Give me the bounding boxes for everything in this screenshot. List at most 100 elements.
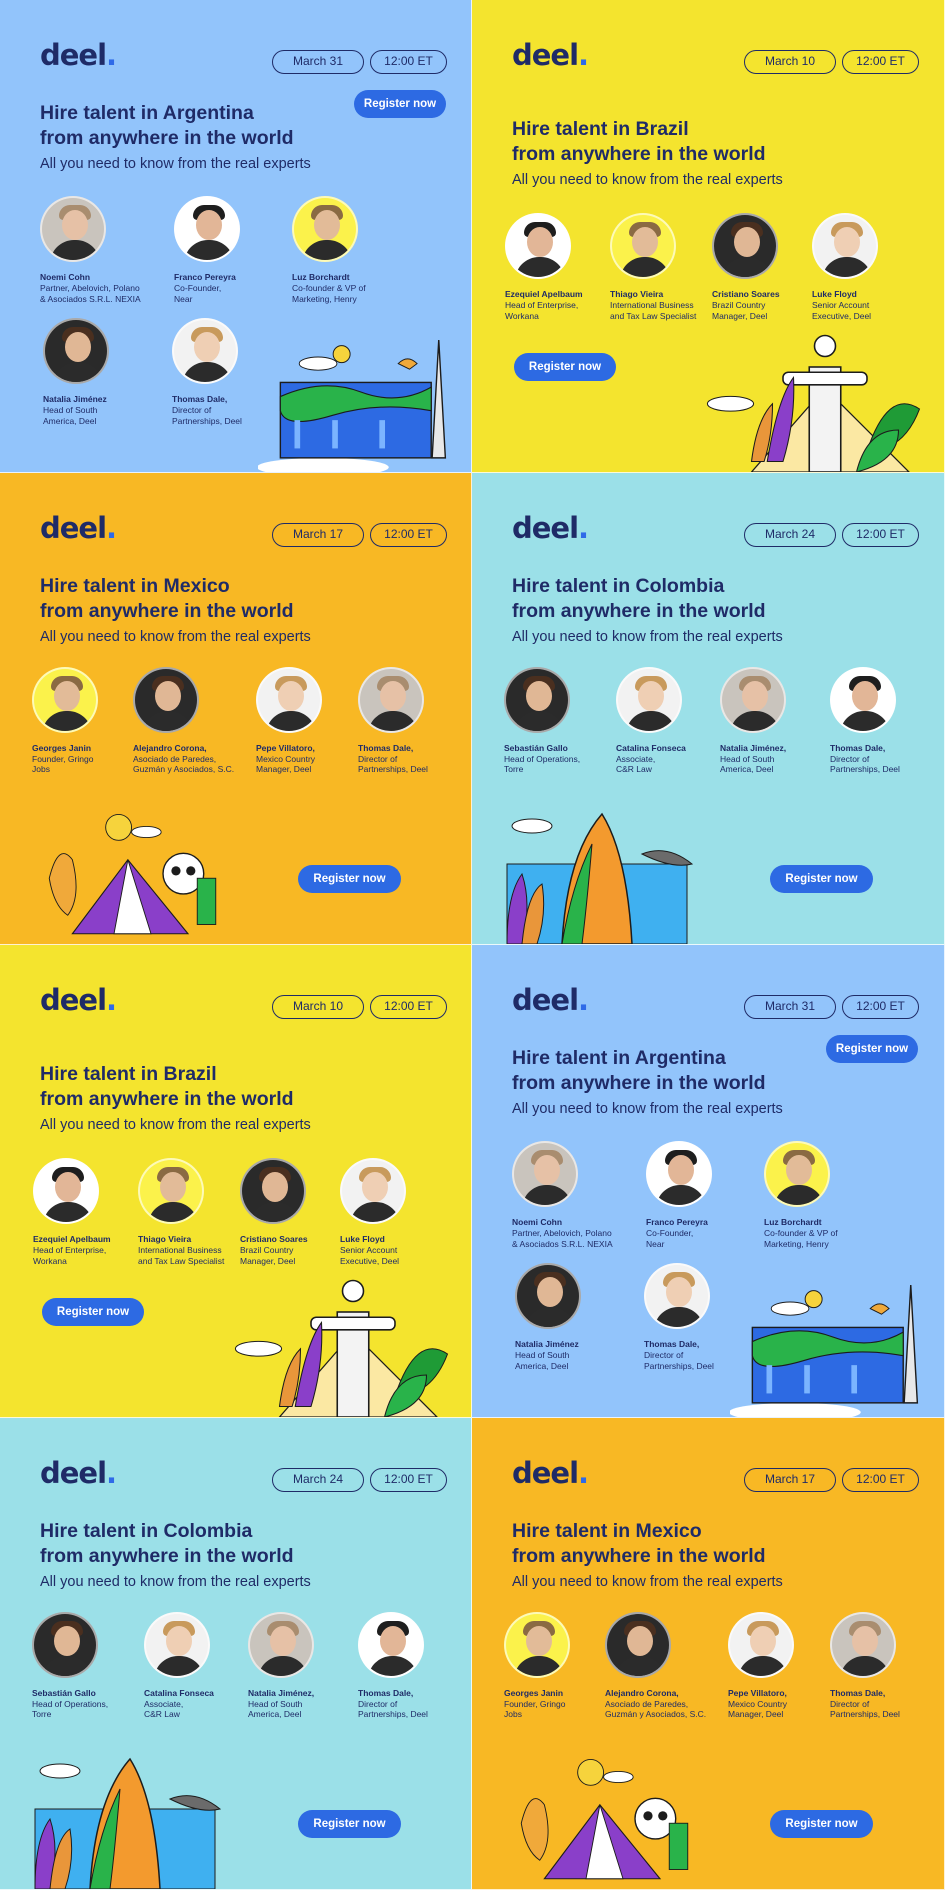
deel-logo[interactable]: deel. xyxy=(512,1455,589,1490)
time-pill: 12:00 ET xyxy=(370,995,447,1019)
card-title: Hire talent in Colombia from anywhere in … xyxy=(40,1519,440,1569)
card-title: Hire talent in Brazil from anywhere in th… xyxy=(512,117,912,167)
avatar-body xyxy=(615,1655,665,1676)
speaker-name: Luz Borchardt xyxy=(292,272,350,282)
deel-logo[interactable]: deel. xyxy=(40,510,117,545)
speaker-company: & Asociados S.R.L. NEXIA xyxy=(512,1238,613,1249)
deel-logo[interactable]: deel. xyxy=(512,511,589,545)
register-button[interactable]: Register now xyxy=(514,353,616,381)
avatar-face xyxy=(160,1172,186,1202)
speaker-name: Thomas Dale, xyxy=(830,742,886,753)
speaker-card: Luke Floyd Senior Account Executive, Deel xyxy=(812,213,942,321)
title-line-1: Hire talent in Brazil xyxy=(40,1063,217,1085)
speaker-role: Co-Founder, xyxy=(646,1228,694,1238)
avatar-body xyxy=(368,710,418,731)
title-line-1: Hire talent in Colombia xyxy=(512,574,725,597)
card-subtitle: All you need to know from the real exper… xyxy=(512,172,783,188)
speaker-role: Partner, Abelovich, Polano xyxy=(512,1228,612,1238)
logo-dot: . xyxy=(106,510,117,545)
avatar-body xyxy=(722,257,772,277)
webinar-card-argentina: deel. March 31 12:00 ET Hire talent in Arge… xyxy=(0,0,472,473)
avatar-face xyxy=(627,1625,653,1656)
speaker-company: Marketing, Henry xyxy=(764,1238,829,1249)
deel-logo[interactable]: deel. xyxy=(512,983,589,1017)
avatar-face xyxy=(666,1277,692,1307)
avatar-face xyxy=(632,227,658,257)
speaker-name: Noemi Cohn xyxy=(40,272,91,282)
speaker-avatar xyxy=(248,1611,314,1678)
avatar-face xyxy=(380,1625,406,1656)
avatar-body xyxy=(822,257,872,277)
speaker-avatar xyxy=(830,1611,896,1678)
avatar-face xyxy=(380,680,406,711)
avatar-face xyxy=(278,680,304,711)
avatar-body xyxy=(730,710,780,731)
speaker-card: Sebastián Gallo Head of Operations, Torre xyxy=(504,666,634,775)
card-title: Hire talent in Brazil from anywhere in th… xyxy=(40,1062,440,1112)
register-button[interactable]: Register now xyxy=(770,864,873,893)
avatar-face xyxy=(734,227,760,257)
banner-grid: deel. March 31 12:00 ET Hire talent in Arge… xyxy=(0,0,945,1890)
register-button[interactable]: Register now xyxy=(826,1035,918,1063)
deel-logo[interactable]: deel. xyxy=(512,38,589,72)
speaker-avatar xyxy=(515,1263,581,1329)
webinar-card-brazil: deel. March 10 12:00 ET Hire talent in Braz… xyxy=(0,945,472,1418)
speaker-avatar xyxy=(504,666,570,733)
avatar-face xyxy=(155,680,181,711)
speaker-role: Partner, Abelovich, Polano xyxy=(40,283,140,293)
avatar-face xyxy=(527,227,553,257)
deel-logo[interactable]: deel. xyxy=(40,1456,117,1490)
speaker-card: Luke Floyd Senior Account Executive, Deel xyxy=(340,1158,470,1266)
avatar-face xyxy=(270,1625,296,1656)
speaker-company: Near xyxy=(174,293,193,304)
title-line-2: from anywhere in the world xyxy=(40,127,294,149)
speaker-company: America, Deel xyxy=(515,1360,569,1371)
speaker-name: Thomas Dale, xyxy=(172,394,228,404)
speaker-name: Luke Floyd xyxy=(340,1234,385,1244)
webinar-card-mexico: deel. March 17 12:00 ET Hire talent in Mexi… xyxy=(472,1417,945,1890)
avatar-face xyxy=(668,1155,694,1185)
speaker-avatar xyxy=(610,213,676,279)
webinar-card-mexico: deel. March 17 12:00 ET Hire talent in Mexi… xyxy=(0,472,472,945)
register-button[interactable]: Register now xyxy=(42,1298,144,1326)
speaker-card: Thomas Dale, Director of Partnerships, Dee… xyxy=(358,1611,471,1720)
speaker-avatar xyxy=(40,196,106,262)
webinar-card-argentina: deel. March 31 12:00 ET Hire talent in Arge… xyxy=(472,945,945,1418)
avatar-body xyxy=(515,257,565,277)
speaker-name: Natalia Jiménez xyxy=(43,394,107,404)
speaker-company: & Asociados S.R.L. NEXIA xyxy=(40,293,141,304)
card-subtitle: All you need to know from the real exper… xyxy=(512,1101,783,1117)
speaker-role: Co-founder & VP of xyxy=(764,1228,838,1238)
title-line-1: Hire talent in Mexico xyxy=(40,574,230,597)
speaker-role: Director of xyxy=(172,405,212,415)
avatar-body xyxy=(368,1655,418,1676)
avatar-face xyxy=(196,210,222,240)
illustration xyxy=(40,793,225,945)
deel-logo[interactable]: deel. xyxy=(40,983,117,1017)
avatar-body xyxy=(258,1655,308,1676)
speaker-company: Guzmán y Asociados, S.C. xyxy=(133,764,235,774)
register-button[interactable]: Register now xyxy=(298,1809,401,1838)
avatar-face xyxy=(852,680,878,711)
register-button[interactable]: Register now xyxy=(770,1809,873,1838)
avatar-body xyxy=(50,240,100,260)
speaker-role: Director of xyxy=(830,1698,870,1709)
speaker-company: Marketing, Henry xyxy=(292,293,357,304)
speaker-avatar xyxy=(504,1611,570,1678)
avatar-body xyxy=(840,1655,890,1676)
speaker-card: Franco Pereyra Co-Founder, Near xyxy=(174,196,304,304)
speaker-name: Franco Pereyra xyxy=(174,272,236,282)
logo-dot: . xyxy=(578,1455,589,1490)
speaker-company: Partnerships, Deel xyxy=(358,764,428,774)
deel-logo[interactable]: deel. xyxy=(40,38,117,72)
date-pill: March 31 xyxy=(272,50,364,74)
register-button[interactable]: Register now xyxy=(298,864,401,893)
landmark-illustration xyxy=(520,1758,689,1879)
speaker-avatar xyxy=(764,1141,830,1207)
illustration xyxy=(502,803,702,945)
landmark-illustration xyxy=(506,812,694,945)
speaker-name: Thomas Dale, xyxy=(644,1339,700,1349)
register-button[interactable]: Register now xyxy=(354,90,446,118)
speaker-card: Thomas Dale, Director of Partnerships, Dee… xyxy=(358,666,471,775)
avatar-body xyxy=(143,710,193,731)
